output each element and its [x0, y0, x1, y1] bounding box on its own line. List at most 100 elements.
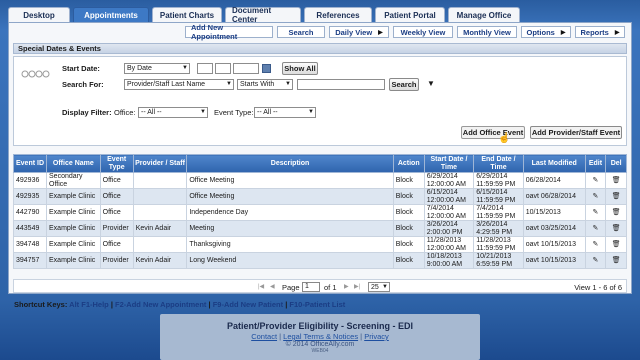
trash-icon[interactable]: 🗑 — [605, 188, 627, 205]
table-row[interactable]: 492935 Example Clinic Office Office Meeting… — [12, 188, 627, 205]
subnav-label: Monthly View — [463, 27, 511, 37]
show-all-button[interactable]: Show All — [282, 62, 318, 75]
col-office-name[interactable]: Office Name — [46, 154, 101, 173]
tab-document-center[interactable]: Document Center — [225, 6, 301, 24]
events-table: Event ID Office Name Event Type Provider… — [12, 154, 627, 269]
trash-icon[interactable]: 🗑 — [605, 252, 627, 269]
trash-icon[interactable]: 🗑 — [605, 172, 627, 189]
shortcut-add-patient-link[interactable]: F9-Add New Patient — [213, 300, 283, 309]
shortcut-label: Shortcut Keys: — [14, 300, 68, 309]
cell-event-id: 443549 — [12, 220, 48, 237]
col-event-id[interactable]: Event ID — [12, 154, 48, 173]
tab-patient-charts[interactable]: Patient Charts — [152, 7, 222, 22]
tab-references[interactable]: References — [304, 7, 372, 22]
col-end[interactable]: End Date / Time — [473, 154, 524, 173]
table-row[interactable]: 394757 Example Clinic Provider Kevin Adair L… — [12, 252, 627, 269]
cell-event-id: 394757 — [12, 252, 48, 269]
filter-box: Start Date: By Date ▼ Show All Search For… — [13, 56, 627, 146]
shortcut-add-appointment-link[interactable]: F2-Add New Appointment — [115, 300, 206, 309]
search-button[interactable]: Search — [389, 78, 419, 91]
trash-icon[interactable]: 🗑 — [605, 220, 627, 237]
cell-start: 11/28/2013 12:00:00 AM — [423, 236, 475, 253]
search-text-input[interactable] — [297, 79, 385, 90]
col-provider-staff[interactable]: Provider / Staff — [132, 154, 188, 173]
office-filter-select[interactable]: -- All -- ▼ — [138, 107, 208, 118]
tab-manage-office[interactable]: Manage Office — [448, 7, 520, 22]
weekly-view-button[interactable]: Weekly View — [393, 26, 453, 38]
day-input[interactable] — [215, 63, 231, 74]
event-type-filter-select[interactable]: -- All -- ▼ — [254, 107, 316, 118]
table-row[interactable]: 443549 Example Clinic Provider Kevin Adair M… — [12, 220, 627, 237]
shortcut-help-link[interactable]: Alt F1-Help — [69, 300, 109, 309]
daily-view-button[interactable]: Daily View ▶ — [329, 26, 389, 38]
shortcut-patient-list-link[interactable]: F10-Patient List — [289, 300, 345, 309]
footer-links: Contact | Legal Terms & Notices | Privac… — [251, 332, 389, 341]
col-event-type[interactable]: Event Type — [99, 154, 134, 173]
cell-action: Block — [392, 236, 425, 253]
reports-button[interactable]: Reports ▶ — [575, 26, 625, 38]
section-title: Special Dates & Events — [13, 43, 627, 54]
edit-icon[interactable]: ✎ — [584, 172, 607, 189]
cell-provider: Kevin Adair — [132, 252, 188, 269]
cell-event-type: Provider — [99, 252, 134, 269]
select-value: Starts With — [240, 81, 275, 88]
page-number-input[interactable]: 1 — [302, 282, 320, 292]
cell-office-name: Secondary Office — [46, 172, 101, 189]
table-row[interactable]: 492936 Secondary Office Office Office Meeti… — [12, 172, 627, 189]
page-label: Page — [282, 283, 300, 292]
triangle-down-icon[interactable]: ▼ — [427, 79, 435, 88]
cell-start: 10/18/2013 9:00:00 AM — [423, 252, 475, 269]
cell-event-type: Office — [99, 172, 134, 189]
year-input[interactable] — [233, 63, 259, 74]
tab-desktop[interactable]: Desktop — [8, 7, 70, 22]
legal-terms-link[interactable]: Legal Terms & Notices — [283, 332, 358, 341]
search-match-select[interactable]: Starts With ▼ — [237, 79, 293, 90]
tab-patient-portal[interactable]: Patient Portal — [375, 7, 445, 22]
add-office-event-button[interactable]: Add Office Event — [461, 126, 525, 139]
prev-page-icon[interactable]: ◀ — [270, 283, 275, 290]
search-field-select[interactable]: Provider/Staff Last Name ▼ — [124, 79, 234, 90]
chevron-down-icon: ▼ — [285, 81, 291, 87]
calendar-icon[interactable] — [262, 64, 271, 73]
options-button[interactable]: Options ▶ — [521, 26, 571, 38]
first-page-icon[interactable]: |◀ — [258, 283, 264, 290]
search-nav-button[interactable]: Search — [277, 26, 325, 38]
table-row[interactable]: 442790 Example Clinic Office Independence D… — [12, 204, 627, 221]
last-page-icon[interactable]: ▶| — [354, 283, 360, 290]
chevron-down-icon: ▼ — [182, 65, 188, 71]
contact-link[interactable]: Contact — [251, 332, 277, 341]
col-action[interactable]: Action — [392, 154, 425, 173]
chevron-right-icon: ▶ — [560, 29, 566, 36]
trash-icon[interactable]: 🗑 — [605, 204, 627, 221]
sub-navigation: Add New Appointment Search Daily View ▶ W… — [185, 23, 625, 41]
edit-icon[interactable]: ✎ — [584, 220, 607, 237]
month-input[interactable] — [197, 63, 213, 74]
subnav-label: Reports — [580, 27, 609, 37]
monthly-view-button[interactable]: Monthly View — [457, 26, 517, 38]
cell-last-modified: 06/28/2014 — [522, 172, 586, 189]
chevron-right-icon: ▶ — [614, 29, 620, 36]
edit-icon[interactable]: ✎ — [584, 252, 607, 269]
edit-icon[interactable]: ✎ — [584, 236, 607, 253]
col-description[interactable]: Description — [186, 154, 394, 173]
next-page-icon[interactable]: ▶ — [344, 283, 349, 290]
add-new-appointment-button[interactable]: Add New Appointment — [185, 23, 273, 41]
table-row[interactable]: 394748 Example Clinic Office Thanksgiving Bl… — [12, 236, 627, 253]
tab-appointments[interactable]: Appointments — [73, 7, 149, 22]
col-last-modified[interactable]: Last Modified — [522, 154, 586, 173]
cell-description: Office Meeting — [186, 172, 394, 189]
col-start[interactable]: Start Date / Time — [423, 154, 475, 173]
rows-per-page-select[interactable]: 25 ▼ — [368, 282, 390, 292]
cell-start: 7/4/2014 12:00:00 AM — [423, 204, 475, 221]
footer: Patient/Provider Eligibility - Screening… — [160, 314, 480, 360]
edit-icon[interactable]: ✎ — [584, 204, 607, 221]
subnav-label: Weekly View — [400, 27, 446, 37]
start-date-mode-select[interactable]: By Date ▼ — [124, 63, 190, 74]
shortcut-keys: Shortcut Keys: Alt F1-Help | F2-Add New … — [14, 300, 346, 309]
privacy-link[interactable]: Privacy — [364, 332, 389, 341]
display-filter-label: Display Filter: — [62, 108, 112, 117]
edit-icon[interactable]: ✎ — [584, 188, 607, 205]
cell-last-modified: oavt 06/28/2014 — [522, 188, 586, 205]
trash-icon[interactable]: 🗑 — [605, 236, 627, 253]
add-provider-staff-event-button[interactable]: Add Provider/Staff Event — [530, 126, 622, 139]
